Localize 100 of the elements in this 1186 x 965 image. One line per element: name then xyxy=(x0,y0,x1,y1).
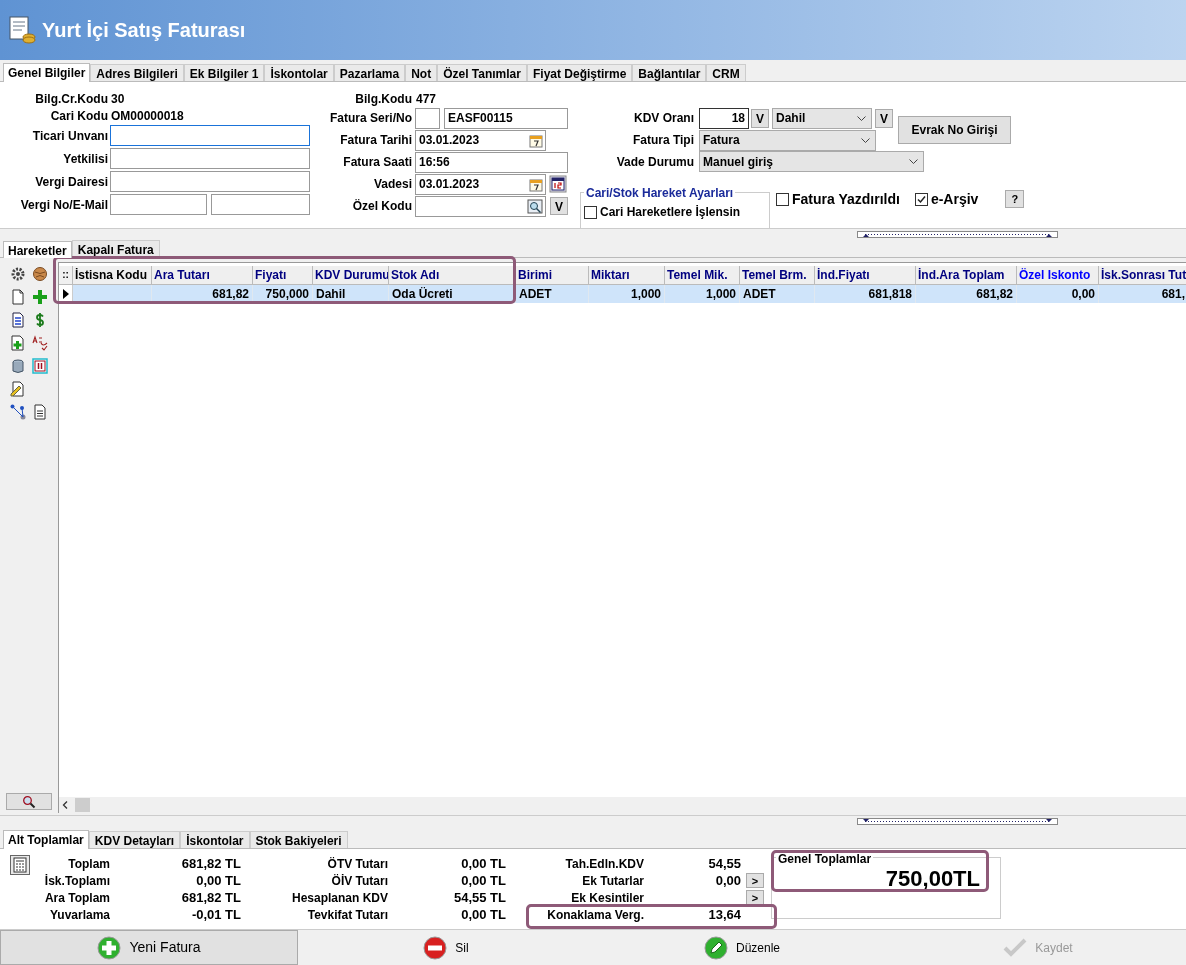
dropdown[interactable]: Fatura xyxy=(699,129,876,151)
total-value: 54,55 TL xyxy=(453,889,506,905)
tab[interactable]: Adres Bilgileri xyxy=(90,64,184,81)
table-cell: 1,000 xyxy=(665,285,740,303)
field-label: Fatura Saati xyxy=(342,154,413,171)
total-value: 13,64 xyxy=(708,906,741,922)
column-header[interactable]: Miktarı xyxy=(589,266,665,285)
tab[interactable]: KDV Detayları xyxy=(88,831,181,848)
tab[interactable]: Pazarlama xyxy=(333,64,406,81)
table-cell: 681,82 xyxy=(916,285,1017,303)
v-button[interactable]: V xyxy=(875,108,893,128)
total-value: 0,00 TL xyxy=(461,872,506,888)
document-icon[interactable] xyxy=(10,289,26,305)
help-button[interactable]: ? xyxy=(1005,190,1025,208)
tab[interactable]: CRM xyxy=(706,64,746,81)
dropdown-value: Fatura xyxy=(703,132,740,149)
input-field[interactable]: 16:56 xyxy=(415,151,568,173)
v-button[interactable]: V xyxy=(550,197,568,215)
date-field[interactable]: 03.01.2023 xyxy=(415,129,546,151)
tab[interactable]: Bağlantılar xyxy=(632,64,707,81)
total-label: Yuvarlama xyxy=(48,906,110,924)
field-label: Fatura Tipi xyxy=(631,132,695,149)
field-label: Vergi Dairesi xyxy=(34,173,109,191)
tab[interactable]: Genel Bilgiler xyxy=(3,63,91,82)
action-button[interactable]: Sil xyxy=(298,930,594,965)
evrak-no-button[interactable]: Evrak No Girişi xyxy=(898,116,1011,144)
column-header[interactable]: Temel Brm. xyxy=(740,266,815,285)
action-button[interactable]: Yeni Fatura xyxy=(0,930,298,965)
tab[interactable]: İskontolar xyxy=(264,64,334,81)
field-value: 03.01.2023 xyxy=(419,132,480,149)
spellcheck-icon[interactable] xyxy=(32,335,48,351)
dropdown-value: Manuel giriş xyxy=(703,153,773,171)
input-field[interactable] xyxy=(211,194,310,215)
document-lines-icon[interactable] xyxy=(10,312,26,328)
tab[interactable]: Ek Bilgiler 1 xyxy=(183,64,265,81)
ball-icon[interactable] xyxy=(32,266,48,282)
column-header[interactable]: İstisna Kodu xyxy=(73,266,152,285)
zoom-button[interactable] xyxy=(6,793,52,810)
column-header[interactable]: İsk.Sonrası Tut xyxy=(1099,266,1186,285)
column-header[interactable]: Birimi xyxy=(516,266,589,285)
table-cell: 1,000 xyxy=(589,285,665,303)
chevron-down-icon xyxy=(857,115,866,121)
input-field[interactable] xyxy=(110,194,207,215)
input-field[interactable] xyxy=(110,148,310,169)
pause-icon[interactable] xyxy=(32,358,48,374)
tab[interactable]: Stok Bakiyeleri xyxy=(249,831,348,848)
total-label: Ek Tutarlar xyxy=(581,872,644,890)
horizontal-scrollbar[interactable] xyxy=(59,797,1186,813)
cylinder-icon[interactable] xyxy=(10,358,26,374)
date-field[interactable]: 03.01.2023 xyxy=(415,173,546,195)
column-header[interactable]: İnd.Fiyatı xyxy=(815,266,916,285)
input-field[interactable]: EASF00115 xyxy=(444,107,568,129)
tab[interactable]: Hareketler xyxy=(3,241,72,258)
dropdown[interactable]: Manuel giriş xyxy=(699,151,924,172)
v-button[interactable]: V xyxy=(751,108,769,128)
expand-button[interactable]: > xyxy=(746,873,764,888)
scrollbar-thumb[interactable] xyxy=(75,798,90,812)
calendar-icon[interactable] xyxy=(549,175,567,193)
total-label: Toplam xyxy=(67,855,110,873)
splitter-handle[interactable] xyxy=(857,231,1058,238)
plus-icon[interactable] xyxy=(32,289,48,305)
page-icon[interactable] xyxy=(32,404,48,420)
total-value: 681,82 TL xyxy=(181,889,241,905)
checkbox-label: e-Arşiv xyxy=(930,189,979,209)
column-header[interactable]: Fiyatı xyxy=(253,266,313,285)
field-label: KDV Oranı xyxy=(633,110,695,127)
action-button[interactable]: Düzenle xyxy=(594,930,890,965)
column-header[interactable]: Özel Iskonto xyxy=(1017,266,1099,285)
checkbox[interactable] xyxy=(776,192,789,206)
splitter-handle[interactable] xyxy=(857,818,1058,825)
column-header[interactable]: İnd.Ara Toplam xyxy=(916,266,1017,285)
tab[interactable]: Alt Toplamlar xyxy=(3,830,89,849)
total-label: ÖİV Tutarı xyxy=(330,872,388,890)
total-label: Konaklama Verg. xyxy=(546,906,644,924)
lookup-field[interactable] xyxy=(415,195,546,217)
total-label: Tah.Edln.KDV xyxy=(564,855,644,873)
document-plus-icon[interactable] xyxy=(10,335,26,351)
pencil-circle-icon xyxy=(704,935,728,960)
column-header[interactable]: Stok Adı xyxy=(389,266,516,285)
checkbox[interactable] xyxy=(584,205,597,219)
input-field[interactable] xyxy=(110,125,310,146)
column-header[interactable]: Temel Mik. xyxy=(665,266,740,285)
network-icon[interactable] xyxy=(10,404,26,420)
input-field[interactable]: 18 xyxy=(699,107,749,129)
tab[interactable]: Not xyxy=(405,64,438,81)
field-value: OM00000018 xyxy=(110,107,184,125)
column-header[interactable]: KDV Durumu xyxy=(313,266,389,285)
search-icon[interactable] xyxy=(527,198,543,214)
calculator-icon[interactable] xyxy=(10,855,30,875)
dropdown[interactable]: Dahil xyxy=(772,107,872,129)
tab[interactable]: İskontolar xyxy=(180,831,250,848)
gear-icon[interactable] xyxy=(10,266,26,282)
input-field[interactable] xyxy=(415,107,440,129)
edit-document-icon[interactable] xyxy=(10,381,26,397)
tab[interactable]: Özel Tanımlar xyxy=(437,64,527,81)
input-field[interactable] xyxy=(110,171,310,192)
column-header[interactable]: Ara Tutarı xyxy=(152,266,253,285)
tab[interactable]: Fiyat Değiştirme xyxy=(526,64,633,81)
checkbox[interactable] xyxy=(914,192,928,206)
total-value: 0,00 TL xyxy=(461,906,506,922)
